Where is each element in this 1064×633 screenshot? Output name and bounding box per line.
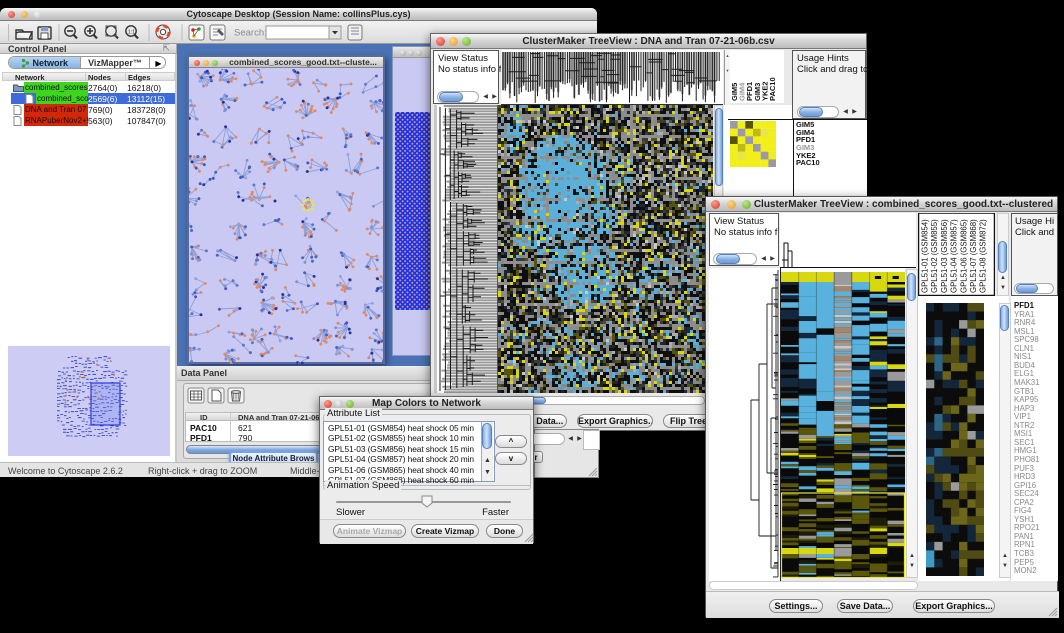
svg-text:PAC10: PAC10 [768, 77, 777, 101]
svg-text:GPL51-07 (GSM868): GPL51-07 (GSM868) [969, 219, 978, 293]
svg-text:GPL51-08 (GSM872): GPL51-08 (GSM872) [979, 219, 988, 293]
svg-text:GPL51-03 (GSM856): GPL51-03 (GSM856) [940, 219, 949, 293]
svg-text:1:1: 1:1 [128, 30, 135, 36]
svg-text:GPL51-01 (GSM854): GPL51-01 (GSM854) [921, 219, 930, 293]
svg-text:GPL51-04 (GSM857): GPL51-04 (GSM857) [950, 219, 959, 293]
svg-text:GPL51-06 (GSM865): GPL51-06 (GSM865) [959, 219, 968, 293]
svg-text:GPL51-02 (GSM855): GPL51-02 (GSM855) [930, 219, 939, 293]
svg-text:Search:: Search: [234, 28, 267, 39]
